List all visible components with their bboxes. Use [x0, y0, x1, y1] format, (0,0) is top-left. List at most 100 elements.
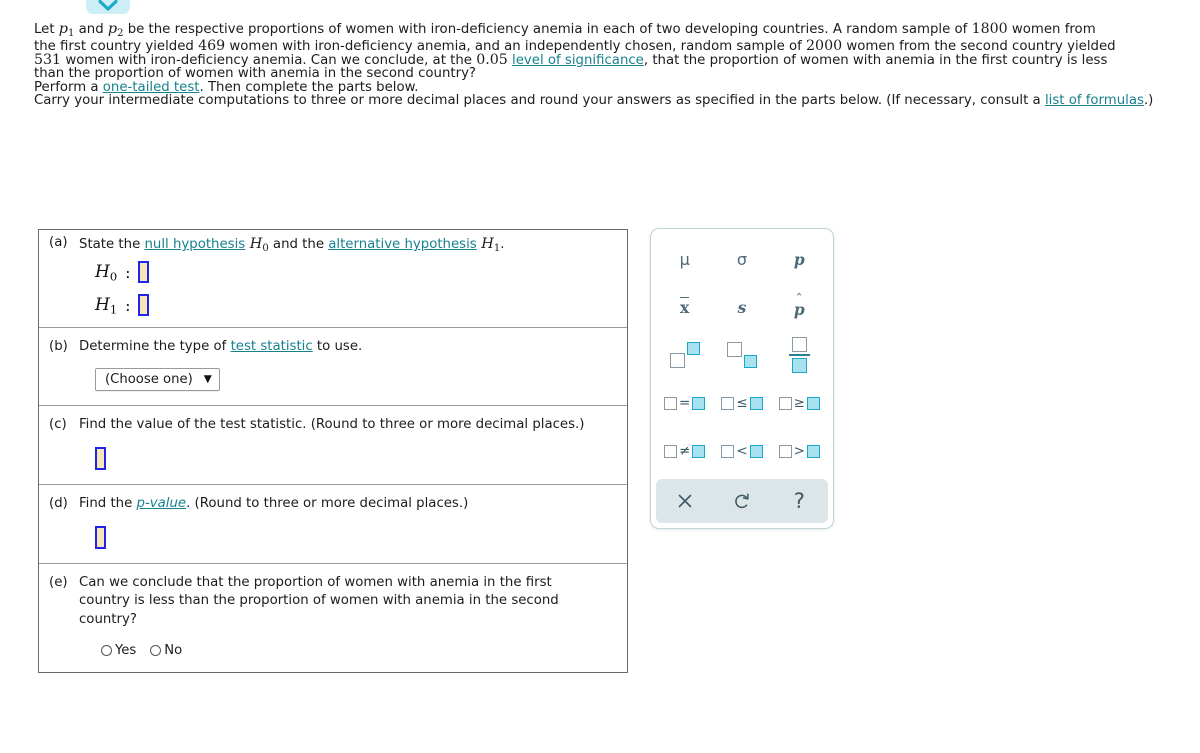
- greater-equal-operator: ≥: [793, 395, 805, 411]
- x-bar-symbol[interactable]: x: [656, 283, 713, 331]
- h0-row: H0 :: [95, 256, 615, 289]
- h0-letter: H: [95, 261, 110, 282]
- symbol-palette: μ σ p x s ˆp = ≤ ≥ ≠ < > ?: [650, 228, 834, 529]
- text-fragment: women from: [1007, 22, 1096, 37]
- placeholder-box-accent: [806, 396, 820, 410]
- h0-input[interactable]: [137, 261, 149, 284]
- numerator-box: [791, 337, 807, 353]
- placeholder-box-accent: [806, 444, 820, 458]
- text-fragment: Find the: [79, 495, 137, 511]
- sigma-symbol[interactable]: σ: [713, 235, 770, 283]
- answer-panel: (a) State the null hypothesis H0 and the…: [38, 229, 628, 674]
- not-equal-template[interactable]: ≠: [656, 427, 713, 475]
- h0-inline: H: [245, 236, 263, 252]
- h1-input[interactable]: [137, 294, 149, 317]
- placeholder-box: [778, 396, 792, 410]
- chevron-down-icon: [98, 0, 118, 12]
- chevron-down-icon: ▼: [203, 373, 212, 386]
- part-d-input-row: [95, 525, 615, 549]
- part-d-prompt: (d) Find the p-value. (Round to three or…: [49, 495, 615, 514]
- palette-row-greek: μ σ p: [656, 235, 828, 283]
- text-fragment: State the: [79, 237, 145, 252]
- less-equal-template[interactable]: ≤: [713, 379, 770, 427]
- superscript-template[interactable]: [656, 331, 713, 379]
- text-fragment: , that the proportion of women with anem…: [643, 53, 1108, 69]
- text-fragment: and: [74, 22, 108, 37]
- link-test-statistic[interactable]: test statistic: [231, 339, 313, 354]
- part-a-text: State the null hypothesis H0 and the alt…: [79, 234, 504, 256]
- successes-1: 469: [198, 37, 226, 54]
- radio-no-label: No: [164, 643, 183, 659]
- link-alternative-hypothesis[interactable]: alternative hypothesis: [328, 237, 476, 252]
- h0-colon: :: [125, 262, 131, 282]
- problem-paragraph-1: Let p1 and p2 be the respective proporti…: [34, 22, 1174, 39]
- part-c: (c) Find the value of the test statistic…: [39, 404, 627, 484]
- h1-inline: H: [476, 236, 494, 252]
- h0-label: H0: [95, 262, 117, 283]
- radio-option-no[interactable]: No: [150, 643, 182, 658]
- part-d-text: Find the p-value. (Round to three or mor…: [79, 495, 468, 514]
- part-e: (e) Can we conclude that the proportion …: [39, 562, 627, 673]
- palette-row-estimators: x s ˆp: [656, 283, 828, 331]
- placeholder-box: [664, 444, 677, 458]
- radio-option-yes[interactable]: Yes: [101, 643, 136, 658]
- placeholder-box: [778, 444, 792, 458]
- placeholder-box-accent: [686, 342, 700, 355]
- part-e-text: Can we conclude that the proportion of w…: [79, 574, 559, 628]
- p2-variable: p: [107, 21, 118, 37]
- help-button[interactable]: ?: [771, 479, 828, 523]
- part-a-label: (a): [49, 235, 68, 250]
- text-fragment: .: [500, 237, 505, 252]
- test-statistic-dropdown[interactable]: (Choose one) ▼: [95, 367, 220, 391]
- text-fragment: Carry your intermediate computations to …: [34, 92, 1045, 108]
- undo-icon: [732, 491, 752, 511]
- undo-button[interactable]: [713, 479, 770, 523]
- clear-button[interactable]: [656, 479, 713, 523]
- not-equal-operator: ≠: [679, 443, 691, 459]
- p-symbol[interactable]: p: [771, 235, 828, 283]
- text-fragment: .): [1143, 92, 1154, 108]
- palette-action-bar: ?: [656, 479, 828, 523]
- mu-glyph: μ: [679, 249, 690, 269]
- sample-size-2: 2000: [806, 37, 843, 54]
- equals-template-icon: =: [664, 395, 706, 411]
- fraction-template-icon: [788, 337, 810, 373]
- text-fragment: be the respective proportions of women w…: [123, 22, 972, 37]
- not-equal-template-icon: ≠: [664, 443, 706, 459]
- link-list-of-formulas[interactable]: list of formulas: [1045, 93, 1144, 108]
- conclusion-radio-group: Yes No: [101, 643, 615, 658]
- p-value-input[interactable]: [95, 525, 106, 549]
- help-icon: ?: [793, 488, 805, 513]
- greater-than-template[interactable]: >: [771, 427, 828, 475]
- palette-row-comparison-1: = ≤ ≥: [656, 379, 828, 427]
- mu-symbol[interactable]: μ: [656, 235, 713, 283]
- superscript-template-icon: [669, 342, 700, 368]
- subscript-template[interactable]: [713, 331, 770, 379]
- collapse-panel-button[interactable]: [86, 0, 130, 14]
- p-glyph: p: [793, 249, 805, 269]
- equals-template[interactable]: =: [656, 379, 713, 427]
- h1-label: H1: [95, 295, 117, 316]
- test-statistic-input[interactable]: [95, 446, 106, 470]
- part-b-text: Determine the type of test statistic to …: [79, 338, 362, 357]
- s-symbol[interactable]: s: [713, 283, 770, 331]
- greater-equal-template[interactable]: ≥: [771, 379, 828, 427]
- s-glyph: s: [737, 297, 747, 317]
- less-than-template-icon: <: [721, 443, 763, 459]
- link-p-value[interactable]: p-value: [137, 496, 187, 511]
- fraction-template[interactable]: [771, 331, 828, 379]
- problem-paragraph-2: the first country yielded 469 women with…: [34, 39, 1174, 53]
- problem-paragraph-3: 531 women with iron-deficiency anemia. C…: [34, 53, 1174, 81]
- radio-yes-label: Yes: [115, 643, 137, 659]
- less-than-template[interactable]: <: [713, 427, 770, 475]
- placeholder-box: [726, 342, 742, 357]
- p-hat-glyph: ˆp: [794, 292, 805, 319]
- part-b-prompt: (b) Determine the type of test statistic…: [49, 338, 615, 357]
- link-level-of-significance[interactable]: level of significance: [512, 53, 644, 68]
- link-null-hypothesis[interactable]: null hypothesis: [144, 237, 245, 252]
- palette-row-comparison-2: ≠ < >: [656, 427, 828, 475]
- p-hat-symbol[interactable]: ˆp: [771, 283, 828, 331]
- denominator-box: [791, 357, 807, 373]
- h1-subscript: 1: [109, 302, 118, 317]
- subscript-template-icon: [726, 342, 757, 368]
